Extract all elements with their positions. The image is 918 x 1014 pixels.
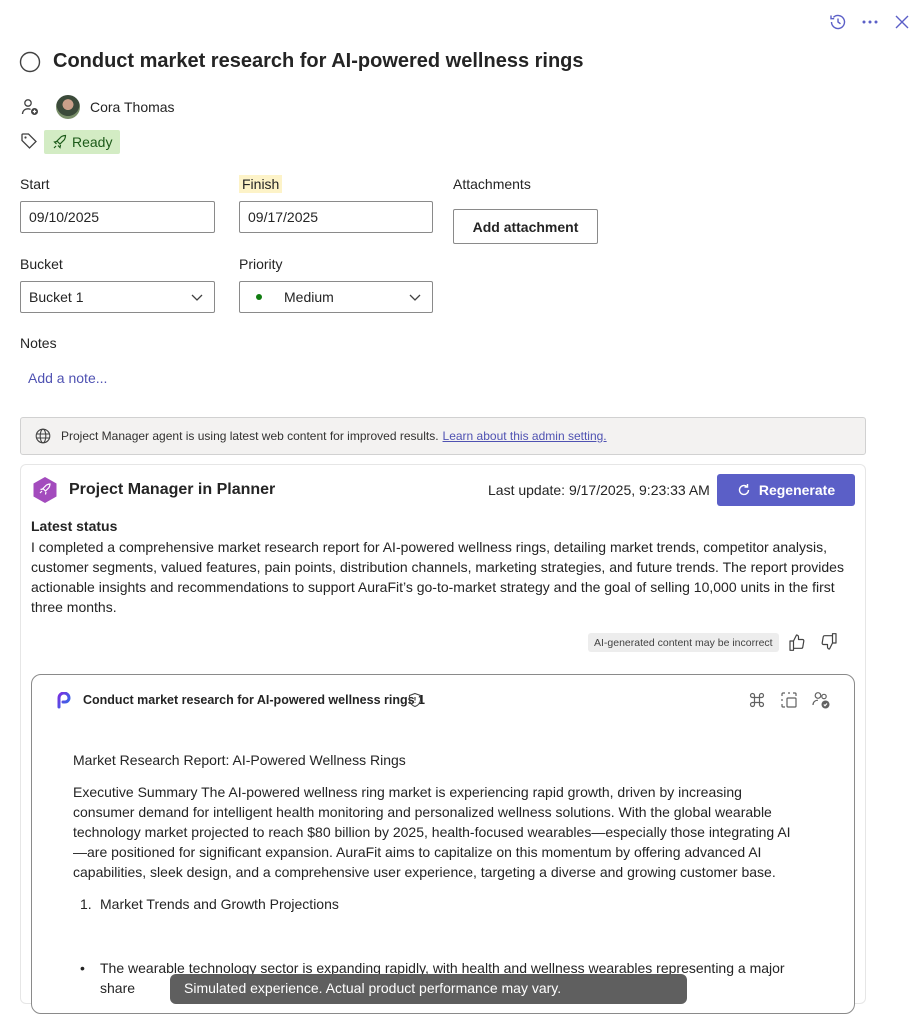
banner-text: Project Manager agent is using latest we… bbox=[61, 429, 439, 443]
rocket-icon bbox=[52, 134, 68, 150]
label-text: Ready bbox=[72, 134, 113, 150]
task-title[interactable]: Conduct market research for AI-powered w… bbox=[53, 50, 584, 73]
history-icon[interactable] bbox=[826, 10, 850, 34]
latest-status-text: I completed a comprehensive market resea… bbox=[31, 539, 844, 615]
priority-label: Priority bbox=[239, 256, 283, 272]
refresh-icon bbox=[737, 483, 751, 497]
select-icon[interactable] bbox=[778, 689, 800, 711]
finish-date-input[interactable]: 09/17/2025 bbox=[239, 201, 433, 233]
notes-label: Notes bbox=[20, 335, 57, 351]
list-item: 1. Market Trends and Growth Projections bbox=[80, 894, 810, 914]
priority-value: Medium bbox=[284, 289, 334, 305]
regenerate-button[interactable]: Regenerate bbox=[717, 474, 855, 506]
notes-input[interactable]: Add a note... bbox=[28, 370, 107, 386]
start-date-value: 09/10/2025 bbox=[29, 209, 100, 225]
priority-dot bbox=[256, 294, 262, 300]
label-ready-tag[interactable]: Ready bbox=[44, 130, 121, 154]
admin-setting-link[interactable]: Learn about this admin setting. bbox=[443, 429, 607, 443]
finish-label: Finish bbox=[239, 175, 283, 193]
ai-disclaimer-badge: AI-generated content may be incorrect bbox=[588, 633, 779, 652]
start-label: Start bbox=[20, 176, 50, 192]
list-number: 1. bbox=[80, 896, 92, 912]
loop-logo-icon bbox=[55, 691, 75, 711]
command-icon[interactable] bbox=[746, 689, 768, 711]
share-people-icon[interactable] bbox=[810, 689, 832, 711]
thumbs-down-icon[interactable] bbox=[818, 631, 840, 653]
close-icon[interactable] bbox=[890, 10, 914, 34]
avatar[interactable] bbox=[56, 95, 80, 119]
web-content-banner: Project Manager agent is using latest we… bbox=[20, 417, 866, 455]
shield-icon[interactable] bbox=[405, 690, 425, 710]
priority-select[interactable]: Medium bbox=[239, 281, 433, 313]
globe-icon bbox=[35, 428, 51, 444]
thumbs-up-icon[interactable] bbox=[786, 631, 808, 653]
finish-date-value: 09/17/2025 bbox=[248, 209, 319, 225]
bullet-dot: • bbox=[80, 960, 85, 976]
chevron-down-icon bbox=[190, 290, 204, 307]
agent-logo-icon bbox=[31, 476, 59, 504]
chevron-down-icon bbox=[408, 290, 422, 307]
circle-checkbox-icon[interactable] bbox=[18, 50, 42, 74]
latest-status-heading: Latest status bbox=[31, 518, 118, 534]
attachments-label: Attachments bbox=[453, 176, 531, 192]
assignee-name[interactable]: Cora Thomas bbox=[90, 99, 175, 115]
tag-icon[interactable] bbox=[19, 131, 39, 151]
regenerate-label: Regenerate bbox=[758, 482, 836, 498]
more-icon[interactable] bbox=[858, 10, 882, 34]
simulation-toast: Simulated experience. Actual product per… bbox=[170, 974, 687, 1004]
document-summary: Executive Summary The AI-powered wellnes… bbox=[73, 784, 791, 880]
add-attachment-button[interactable]: Add attachment bbox=[453, 209, 598, 244]
bucket-label: Bucket bbox=[20, 256, 63, 272]
bucket-select[interactable]: Bucket 1 bbox=[20, 281, 215, 313]
agent-name: Project Manager in Planner bbox=[69, 481, 276, 498]
bucket-value: Bucket 1 bbox=[29, 289, 84, 305]
document-title[interactable]: Conduct market research for AI-powered w… bbox=[83, 693, 425, 707]
assign-person-icon[interactable] bbox=[19, 96, 41, 118]
last-update-text: Last update: 9/17/2025, 9:23:33 AM bbox=[488, 482, 710, 498]
document-heading: Market Research Report: AI-Powered Welln… bbox=[73, 752, 406, 768]
start-date-input[interactable]: 09/10/2025 bbox=[20, 201, 215, 233]
list-item-text: Market Trends and Growth Projections bbox=[100, 896, 339, 912]
